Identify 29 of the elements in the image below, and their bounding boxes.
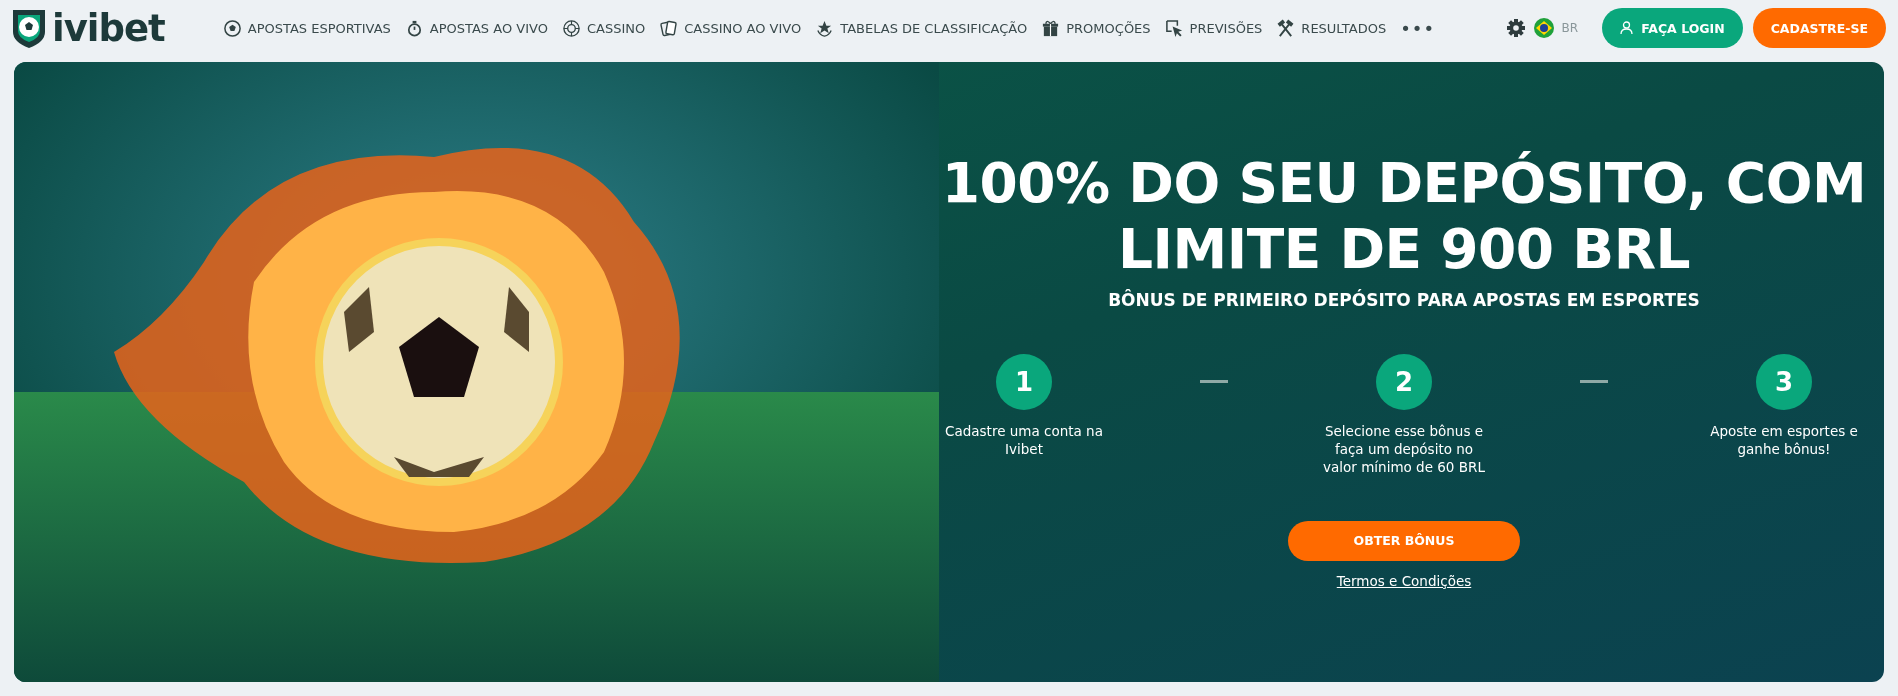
- step-text: Aposte em esportes e ganhe bônus!: [1709, 422, 1859, 459]
- settings-icon[interactable]: [1505, 18, 1526, 38]
- nav-link[interactable]: APOSTAS AO VIVO: [404, 18, 548, 38]
- logo-text: ivibet: [52, 6, 165, 50]
- roulette-icon: [561, 18, 581, 38]
- promo-headline: 100% DO SEU DEPÓSITO, COM LIMITE DE 900 BRL: [940, 150, 1868, 282]
- nav-link[interactable]: PREVISÕES: [1164, 18, 1263, 38]
- step-number: 3: [1756, 354, 1812, 410]
- brazil-flag-icon[interactable]: [1533, 18, 1554, 38]
- nav-link[interactable]: PROMOÇÕES: [1041, 18, 1151, 38]
- step-number: 2: [1376, 354, 1432, 410]
- step-text: Cadastre uma conta na Ivibet: [944, 422, 1104, 459]
- logo-shield-icon: [10, 7, 48, 49]
- nav-link[interactable]: TABELAS DE CLASSIFICAÇÃO: [815, 18, 1028, 38]
- nav-link[interactable]: CASSINO AO VIVO: [659, 18, 802, 38]
- user-icon: [1620, 21, 1634, 35]
- soccer-ball-icon: [222, 18, 242, 38]
- cursor-icon: [1164, 18, 1184, 38]
- more-menu-button[interactable]: •••: [1400, 17, 1435, 39]
- cards-icon: [659, 18, 679, 38]
- step-text: Selecione esse bônus e faça um depósito no valor mínimo de 60 BRL: [1322, 422, 1486, 477]
- promo-subtitle: BÔNUS DE PRIMEIRO DEPÓSITO PARA APOSTAS EM ESPORTES: [1108, 290, 1700, 310]
- gift-icon: [1041, 18, 1061, 38]
- nav-link[interactable]: RESULTADOS: [1276, 18, 1387, 38]
- nav-link[interactable]: APOSTAS ESPORTIVAS: [222, 18, 391, 38]
- nav-link[interactable]: CASSINO: [561, 18, 646, 38]
- step-number: 1: [996, 354, 1052, 410]
- crossed-hammers-icon: [1276, 18, 1296, 38]
- terms-link[interactable]: Termos e Condições: [1336, 572, 1472, 589]
